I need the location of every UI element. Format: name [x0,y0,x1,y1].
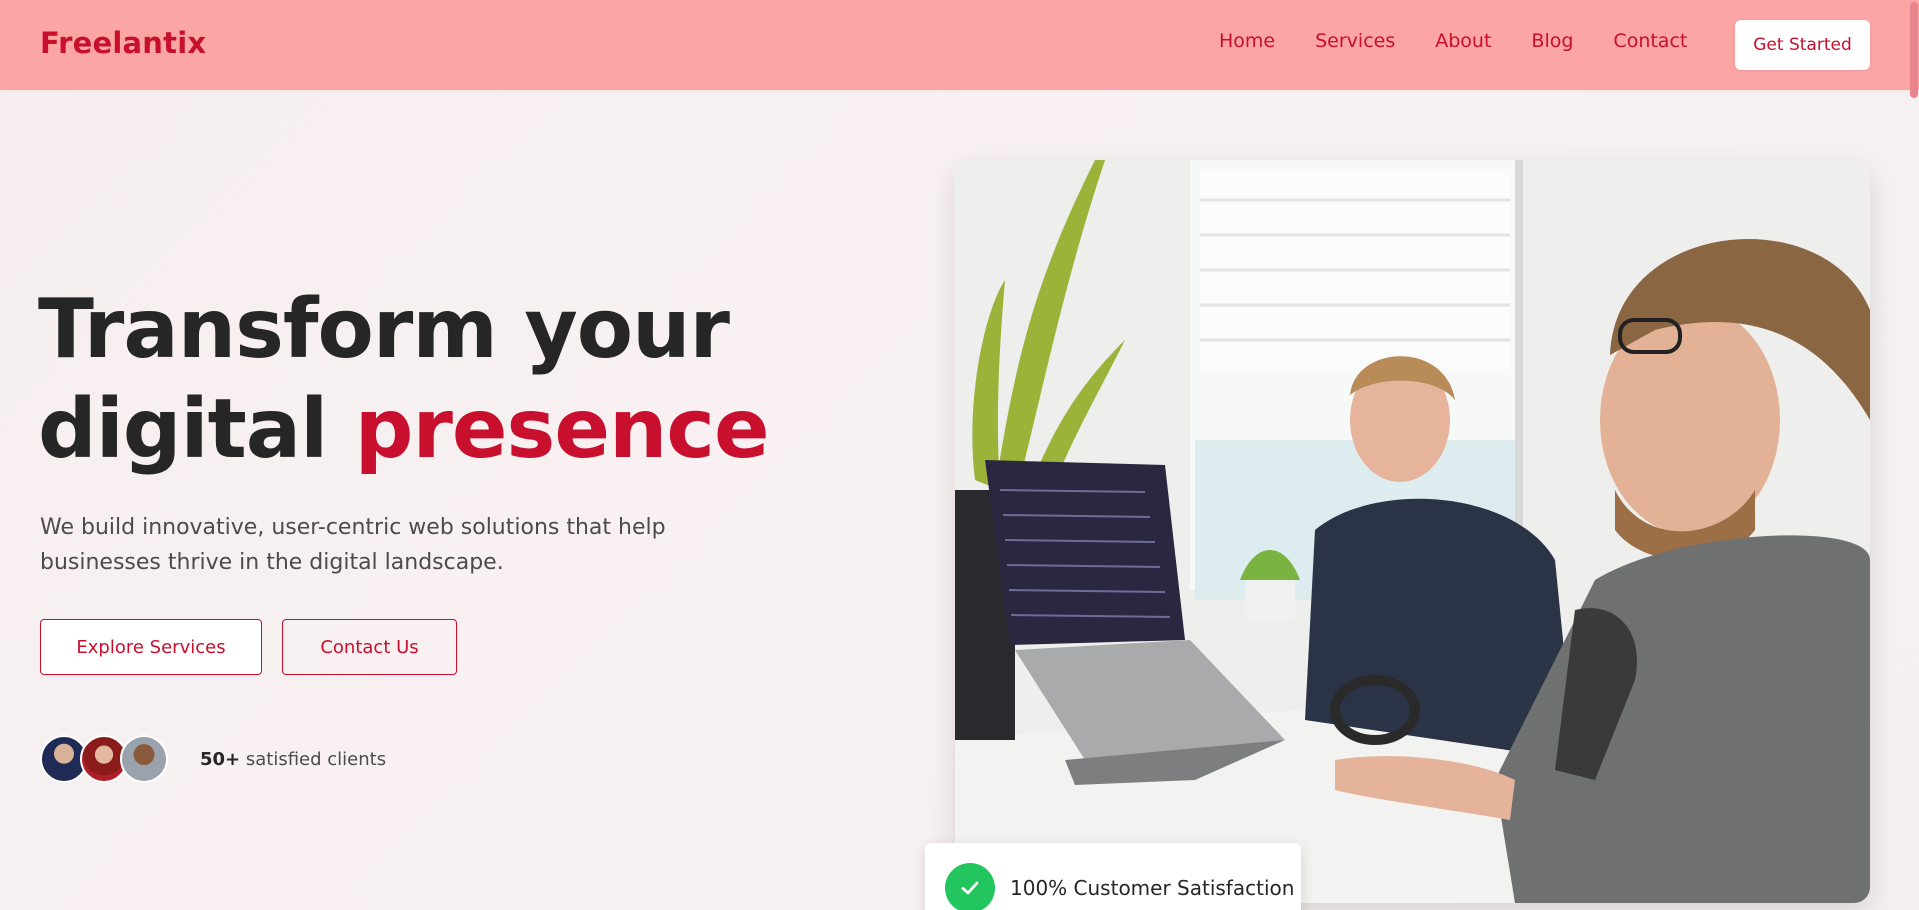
get-started-button[interactable]: Get Started [1735,20,1870,70]
brand-logo[interactable]: Freelantix [40,26,206,60]
nav-contact-link[interactable]: Contact [1613,30,1687,52]
main-nav: Home Services About Blog Contact [1219,30,1727,52]
explore-services-button[interactable]: Explore Services [40,619,262,675]
badge-text: 100% Customer Satisfaction [1010,876,1295,900]
satisfaction-badge: 100% Customer Satisfaction [925,843,1301,910]
scrollbar-thumb[interactable] [1910,2,1918,98]
nav-home-link[interactable]: Home [1219,30,1275,52]
hero-title-line2: digital [38,382,355,477]
clients-count-text: 50+ satisfied clients [200,749,386,770]
hero-subtitle: We build innovative, user-centric web so… [40,515,666,575]
hero-image [955,160,1870,903]
office-photo-illustration [955,160,1870,903]
clients-count: 50+ [200,749,241,770]
scrollbar[interactable] [1909,0,1919,910]
check-icon [945,863,995,910]
clients-label: satisfied clients [240,749,387,770]
avatar [120,735,168,783]
hero-title-line1: Transform your [38,282,730,377]
site-header: Freelantix Home Services About Blog Cont… [0,0,1919,90]
nav-services-link[interactable]: Services [1315,30,1395,52]
hero-title: Transform your digital presence [38,280,838,480]
hero-title-accent: presence [354,382,770,477]
contact-us-button[interactable]: Contact Us [282,619,457,675]
nav-about-link[interactable]: About [1435,30,1491,52]
nav-blog-link[interactable]: Blog [1531,30,1573,52]
